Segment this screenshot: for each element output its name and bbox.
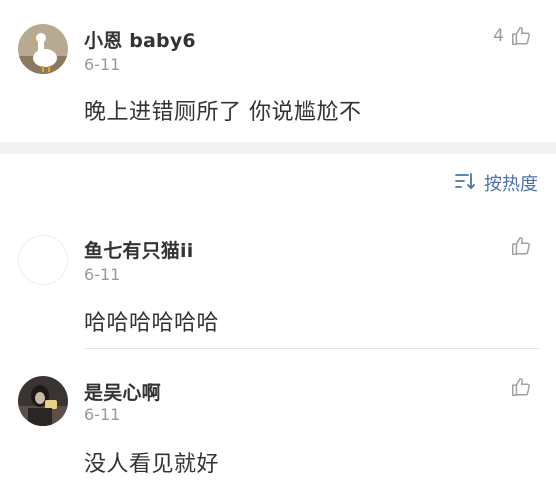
dark-photo-avatar-icon [18,376,68,426]
comment-separator [84,348,540,349]
comment-text: 没人看见就好 [84,452,220,477]
sort-icon [454,171,476,195]
username[interactable]: 鱼七有只猫ii [84,236,193,263]
blank-avatar-icon [19,236,67,284]
top-comment: 小恩 baby6 6-11 晚上进错厕所了 你说尴尬不 4 [0,0,556,142]
thumbs-up-icon [510,235,532,257]
avatar[interactable] [18,24,68,74]
like-count: 4 [493,26,504,46]
like-button[interactable] [510,376,532,398]
avatar[interactable] [18,376,68,426]
like-button[interactable] [510,235,532,257]
username[interactable]: 小恩 baby6 [84,26,196,53]
thumbs-up-icon [510,376,532,398]
thumbs-up-icon [510,25,532,47]
comment-text: 晚上进错厕所了 你说尴尬不 [84,100,362,125]
sort-button[interactable]: 按热度 [454,170,538,196]
section-divider [0,142,556,154]
sort-label: 按热度 [484,174,538,195]
username[interactable]: 是吴心啊 [84,378,161,405]
white-goose-avatar-icon [18,24,68,74]
comment-date: 6-11 [84,265,121,284]
comment-date: 6-11 [84,405,121,424]
comment-date: 6-11 [84,55,121,74]
comment-text: 哈哈哈哈哈哈 [84,311,220,336]
avatar[interactable] [18,235,68,285]
like-button[interactable]: 4 [493,25,532,47]
